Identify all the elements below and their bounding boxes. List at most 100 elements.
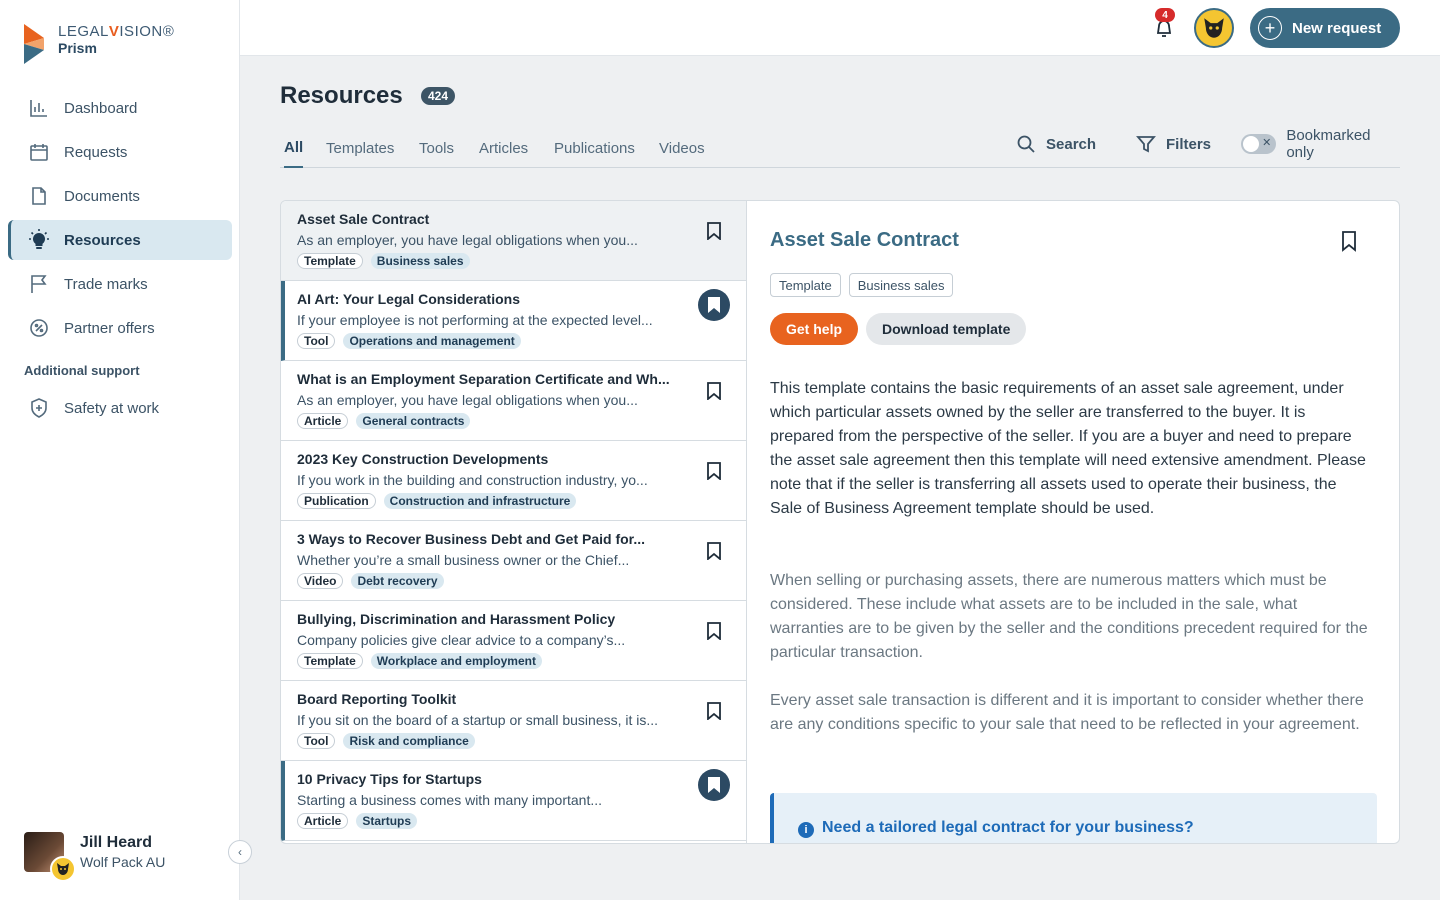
sidebar-item-requests[interactable]: Requests: [8, 132, 232, 172]
tab-publications[interactable]: Publications: [554, 128, 635, 168]
item-title: Asset Sale Contract: [297, 211, 430, 227]
new-request-button[interactable]: + New request: [1250, 8, 1400, 48]
tab-tools[interactable]: Tools: [419, 128, 454, 168]
sidebar-nav: Dashboard Requests Documents Resources T…: [8, 88, 232, 432]
list-item[interactable]: Bullying, Discrimination and Harassment …: [281, 601, 746, 681]
sidebar-item-trade-marks[interactable]: Trade marks: [8, 264, 232, 304]
shield-plus-icon: [28, 397, 50, 419]
bookmark-icon: [708, 297, 720, 313]
avatar: [24, 832, 76, 882]
search-label: Search: [1046, 135, 1097, 153]
brand-name-suffix: ISION: [119, 23, 163, 40]
list-item[interactable]: 3 Ways to Recover Business Debt and Get …: [281, 521, 746, 601]
type-tag: Tool: [297, 333, 336, 349]
sidebar: LEGALVISION® Prism Dashboard Requests Do…: [0, 0, 240, 900]
tailored-contract-callout[interactable]: i Need a tailored legal contract for you…: [770, 793, 1377, 843]
bookmark-icon[interactable]: [1337, 229, 1361, 253]
item-tags: Template Business sales: [297, 253, 686, 269]
item-description: If your employee is not performing at th…: [297, 312, 653, 328]
list-item[interactable]: AI Art: Your Legal Considerations If your…: [281, 281, 746, 361]
bookmark-button[interactable]: [698, 769, 730, 801]
detail-paragraph: This template contains the basic require…: [770, 380, 1366, 517]
list-item[interactable]: Board Reporting Toolkit If you sit on the…: [281, 681, 746, 761]
item-description: If you sit on the board of a startup or …: [297, 712, 659, 728]
filters-button[interactable]: Filters: [1136, 128, 1211, 160]
close-icon: ✕: [1262, 137, 1272, 149]
item-description: If you work in the building and construc…: [297, 472, 648, 488]
bookmark-button[interactable]: [698, 615, 730, 647]
item-title: 3 Ways to Recover Business Debt and Get …: [297, 531, 646, 547]
item-tags: Tool Risk and compliance: [297, 733, 686, 749]
type-tag: Tool: [297, 733, 336, 749]
bookmark-icon: [707, 382, 721, 400]
item-description: Starting a business comes with many impo…: [297, 792, 603, 808]
bookmark-icon: [707, 542, 721, 560]
type-tag: Article: [297, 413, 349, 429]
sidebar-item-label: Documents: [64, 187, 140, 205]
tab-all[interactable]: All: [284, 128, 304, 168]
category-tag: Startups: [356, 813, 418, 829]
type-tag: Video: [297, 573, 344, 589]
page-title: Resources: [280, 82, 403, 109]
resource-list: Asset Sale Contract As an employer, you h…: [281, 201, 747, 843]
toggle-switch[interactable]: ✕: [1241, 134, 1277, 154]
collapse-sidebar-button[interactable]: ‹: [228, 840, 252, 864]
wolf-badge-icon: [50, 856, 76, 882]
bookmarked-only-toggle[interactable]: ✕ Bookmarked only: [1241, 127, 1400, 161]
brand-name-highlight: V: [108, 23, 120, 40]
bookmark-icon: [708, 777, 720, 793]
user-profile[interactable]: Jill Heard Wolf Pack AU: [24, 832, 166, 882]
list-item[interactable]: 2023 Key Construction Developments If you…: [281, 441, 746, 521]
detail-type-tag: Template: [770, 273, 841, 297]
sidebar-item-safety-at-work[interactable]: Safety at work: [8, 388, 232, 428]
brand-name-prefix: LEGAL: [58, 23, 109, 40]
bookmark-button[interactable]: [698, 375, 730, 407]
bookmark-button[interactable]: [698, 289, 730, 321]
sidebar-item-dashboard[interactable]: Dashboard: [8, 88, 232, 128]
tab-videos[interactable]: Videos: [659, 128, 705, 168]
notification-count-badge: 4: [1155, 8, 1175, 22]
bookmark-button[interactable]: [698, 215, 730, 247]
item-tags: Publication Construction and infrastructu…: [297, 493, 686, 509]
tab-templates[interactable]: Templates: [326, 128, 394, 168]
sidebar-item-label: Partner offers: [64, 319, 155, 337]
bookmark-icon: [707, 622, 721, 640]
bookmark-icon: [707, 222, 721, 240]
download-template-button[interactable]: Download template: [866, 313, 1027, 345]
account-avatar[interactable]: [1194, 8, 1234, 48]
brand-logo[interactable]: LEGALVISION® Prism: [22, 23, 174, 64]
user-org: Wolf Pack AU: [80, 854, 166, 870]
detail-title: Asset Sale Contract: [770, 229, 959, 251]
item-tags: Article Startups: [297, 813, 686, 829]
bookmark-button[interactable]: [698, 535, 730, 567]
sidebar-item-partner-offers[interactable]: Partner offers: [8, 308, 232, 348]
filter-icon: [1136, 136, 1156, 153]
get-help-button[interactable]: Get help: [770, 313, 859, 345]
list-item[interactable]: Asset Sale Contract As an employer, you h…: [281, 201, 746, 281]
list-item[interactable]: What is an Employment Separation Certifi…: [281, 361, 746, 441]
flag-icon: [28, 273, 50, 295]
item-title: Board Reporting Toolkit: [297, 691, 457, 707]
item-description: As an employer, you have legal obligatio…: [297, 392, 638, 408]
category-tag: Debt recovery: [351, 573, 444, 589]
list-item[interactable]: 10 Privacy Tips for Startups Starting a b…: [281, 761, 746, 841]
sidebar-item-documents[interactable]: Documents: [8, 176, 232, 216]
plus-icon: +: [1258, 16, 1282, 40]
category-tag: Risk and compliance: [343, 733, 475, 749]
detail-paragraph: Every asset sale transaction is differen…: [770, 692, 1364, 733]
search-button[interactable]: Search: [1016, 128, 1096, 160]
resources-panel: Asset Sale Contract As an employer, you h…: [280, 200, 1400, 844]
item-title: What is an Employment Separation Certifi…: [297, 371, 670, 387]
bookmark-button[interactable]: [698, 455, 730, 487]
category-tag: Workplace and employment: [370, 653, 542, 669]
sidebar-item-resources[interactable]: Resources: [8, 220, 232, 260]
bookmark-button[interactable]: [698, 695, 730, 727]
bookmarked-only-label: Bookmarked only: [1286, 127, 1371, 161]
wolf-icon: [1204, 18, 1224, 38]
category-tag: Business sales: [370, 253, 470, 269]
item-title: AI Art: Your Legal Considerations: [297, 291, 520, 307]
tab-articles[interactable]: Articles: [479, 128, 528, 168]
item-title: Bullying, Discrimination and Harassment …: [297, 611, 616, 627]
bookmark-icon: [707, 462, 721, 480]
detail-paragraph: When selling or purchasing assets, there…: [770, 572, 1368, 661]
